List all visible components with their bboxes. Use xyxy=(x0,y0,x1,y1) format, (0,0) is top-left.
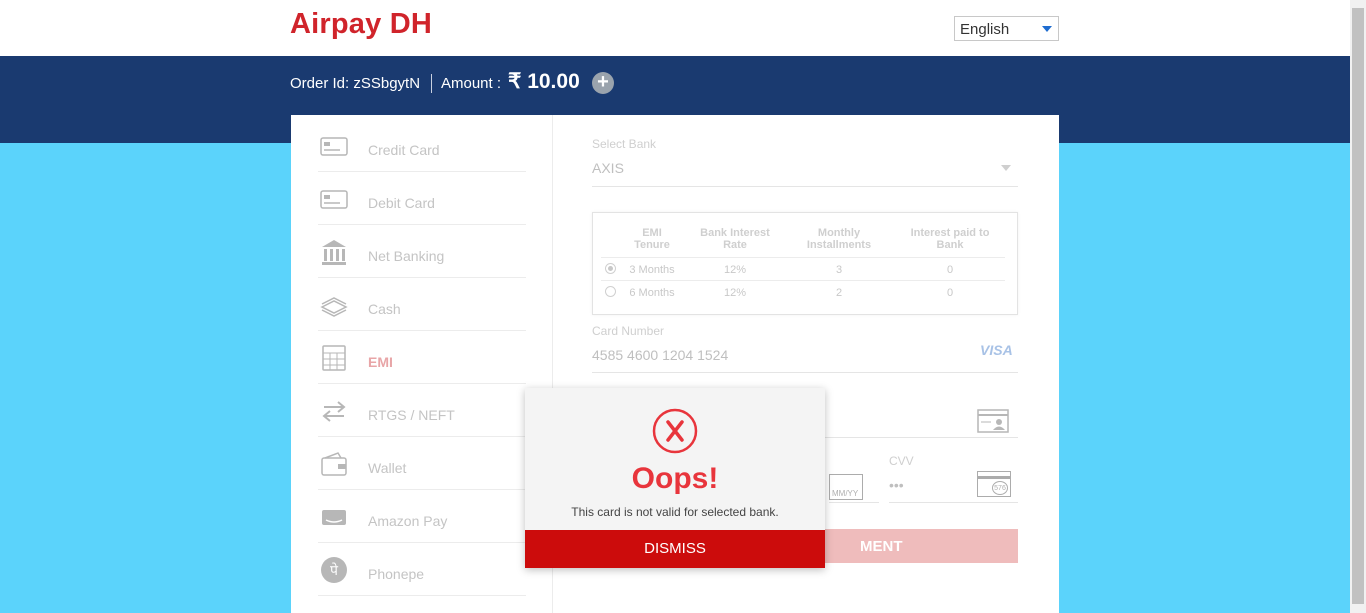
sidebar-item-net-banking[interactable]: Net Banking xyxy=(318,225,526,278)
divider xyxy=(592,186,1018,187)
table-cell: 12% xyxy=(723,264,747,276)
table-header: Interest paid to Bank xyxy=(910,227,990,251)
sidebar-item-label: EMI xyxy=(368,354,393,370)
expiry-hint: MM/YY xyxy=(832,489,859,498)
divider xyxy=(592,372,1018,373)
table-header: EMI Tenure xyxy=(634,227,670,251)
modal-message: This card is not valid for selected bank… xyxy=(571,505,779,519)
divider xyxy=(829,502,879,503)
table-header: Bank Interest Rate xyxy=(700,227,770,251)
expiry-date-icon: MM/YY xyxy=(829,474,863,500)
table-cell: 0 xyxy=(946,287,954,299)
sidebar-item-phonepe[interactable]: पे Phonepe xyxy=(318,543,526,596)
credit-card-icon xyxy=(320,137,348,156)
transfer-arrows-icon xyxy=(322,401,346,422)
sidebar-item-label: Credit Card xyxy=(368,142,440,158)
chevron-down-icon xyxy=(1001,165,1011,171)
divider xyxy=(601,280,1005,281)
card-number-input[interactable]: 4585 4600 1204 1524 xyxy=(592,347,728,363)
card-holder-icon xyxy=(977,409,1009,433)
cash-icon xyxy=(320,297,348,317)
sidebar-item-label: Net Banking xyxy=(368,248,445,264)
page-scrollbar[interactable] xyxy=(1350,0,1366,613)
cvv-card-icon: 576 xyxy=(977,471,1011,497)
sidebar-item-label: Amazon Pay xyxy=(368,513,448,529)
table-cell: 0 xyxy=(946,264,954,276)
visa-logo: VISA xyxy=(980,342,1013,358)
table-header: Monthly Installments xyxy=(806,227,872,251)
bank-select[interactable]: AXIS xyxy=(592,160,624,176)
sidebar-item-debit-card[interactable]: Debit Card xyxy=(318,172,526,225)
cvv-label: CVV xyxy=(889,454,914,468)
divider xyxy=(431,74,432,93)
cvv-input[interactable]: ••• xyxy=(889,477,904,493)
expand-details-icon[interactable]: + xyxy=(592,72,614,94)
scrollbar-thumb[interactable] xyxy=(1352,8,1364,604)
top-header: Airpay DH English xyxy=(0,0,1350,56)
payment-methods-sidebar: Credit Card Debit Card Net Banking Cash … xyxy=(291,115,553,613)
wallet-icon xyxy=(321,452,347,476)
amazon-pay-icon xyxy=(322,510,346,525)
modal-title: Oops! xyxy=(631,462,719,495)
amount-label: Amount : xyxy=(441,75,502,92)
sidebar-item-label: Phonepe xyxy=(368,566,425,582)
amount-value: ₹ 10.00 xyxy=(508,70,580,93)
sidebar-item-label: Cash xyxy=(368,301,401,317)
sidebar-item-label: RTGS / NEFT xyxy=(368,407,455,423)
calculator-icon xyxy=(322,345,346,371)
sidebar-item-rtgs-neft[interactable]: RTGS / NEFT xyxy=(318,384,526,437)
table-cell: 12% xyxy=(723,287,747,299)
sidebar-item-cash[interactable]: Cash xyxy=(318,278,526,331)
airpay-logo: Airpay DH xyxy=(290,8,432,40)
sidebar-item-label: Debit Card xyxy=(368,195,435,211)
cvv-hint: 576 xyxy=(992,481,1008,495)
bank-icon xyxy=(322,240,346,265)
card-number-label: Card Number xyxy=(592,324,665,338)
bank-field-label: Select Bank xyxy=(592,137,657,151)
card-stripe xyxy=(978,476,1010,479)
language-select-value: English xyxy=(960,21,1010,38)
table-cell: 2 xyxy=(835,287,843,299)
error-modal: Oops! This card is not valid for selecte… xyxy=(525,388,825,568)
sidebar-item-label: Wallet xyxy=(368,460,407,476)
error-x-icon xyxy=(652,408,698,454)
phonepe-icon: पे xyxy=(321,557,347,583)
chevron-down-icon xyxy=(1042,26,1052,32)
language-select[interactable]: English xyxy=(954,16,1059,41)
order-id: Order Id: zSSbgytN xyxy=(290,75,421,92)
table-cell: 6 Months xyxy=(629,287,675,299)
table-cell: 3 xyxy=(835,264,843,276)
make-payment-button-label: MENT xyxy=(860,538,903,555)
sidebar-item-amazon-pay[interactable]: Amazon Pay xyxy=(318,490,526,543)
sidebar-item-wallet[interactable]: Wallet xyxy=(318,437,526,490)
svg-text:पे: पे xyxy=(330,562,339,579)
emi-radio-6-months[interactable] xyxy=(605,286,616,297)
emi-plans-table: EMI Tenure Bank Interest Rate Monthly In… xyxy=(592,212,1018,315)
divider xyxy=(601,257,1005,258)
divider xyxy=(889,502,1018,503)
dismiss-button[interactable]: DISMISS xyxy=(525,530,825,568)
sidebar-item-emi[interactable]: EMI xyxy=(318,331,526,384)
emi-radio-3-months[interactable] xyxy=(605,263,616,274)
sidebar-item-credit-card[interactable]: Credit Card xyxy=(318,119,526,172)
debit-card-icon xyxy=(320,190,348,209)
table-cell: 3 Months xyxy=(629,264,675,276)
